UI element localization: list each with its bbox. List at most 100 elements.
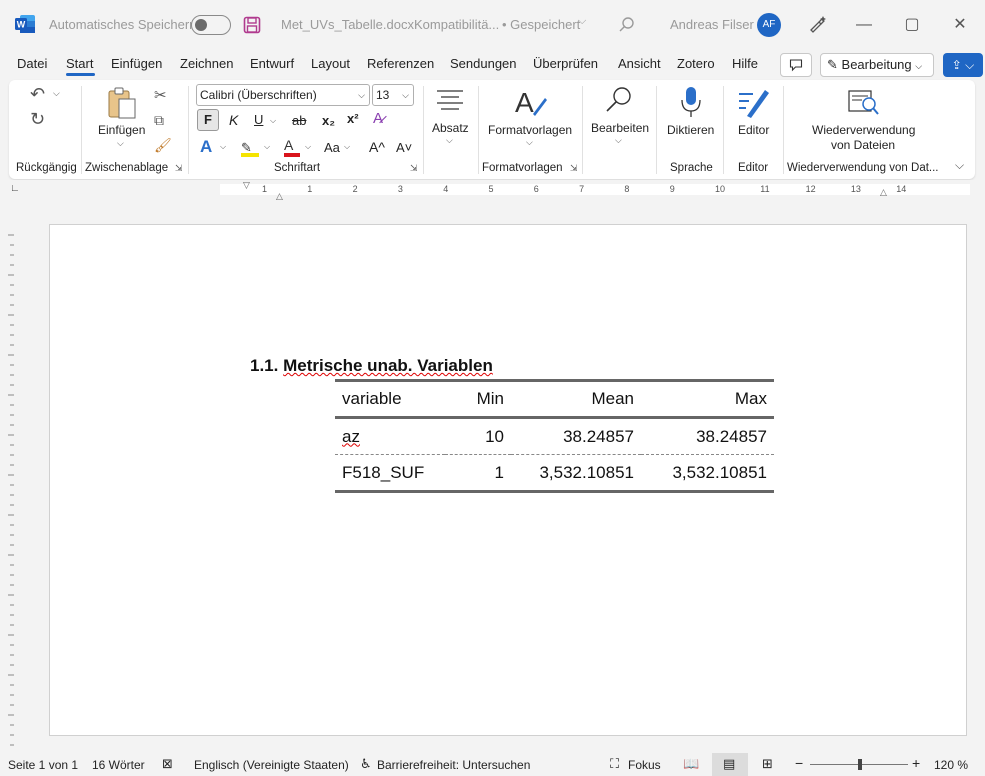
maximize-button[interactable]: ▢ — [898, 12, 926, 38]
chevron-down-icon[interactable]: ⌵ — [53, 88, 60, 99]
font-name-select[interactable]: Calibri (Überschriften) ⌵ — [196, 84, 370, 106]
focus-label[interactable]: Fokus — [628, 758, 661, 772]
editor-label[interactable]: Editor — [738, 123, 769, 137]
right-indent-marker[interactable]: △ — [880, 187, 887, 198]
chevron-down-icon[interactable]: ⌵ — [117, 138, 124, 149]
editor-icon[interactable] — [737, 86, 771, 118]
reuse-files-label-line1[interactable]: Wiederverwendung — [812, 123, 915, 137]
tab-sendungen[interactable]: Sendungen — [450, 56, 517, 71]
first-line-indent-marker[interactable]: ▽ — [243, 180, 250, 191]
hanging-indent-marker[interactable]: △ — [276, 191, 283, 202]
paragraph-icon[interactable] — [436, 88, 464, 112]
superscript-button[interactable]: x² — [347, 111, 359, 126]
data-table[interactable]: variable Min Mean Max az 10 38.24857 38.… — [335, 379, 774, 493]
page-count[interactable]: Seite 1 von 1 — [8, 758, 78, 772]
document-title[interactable]: Met_UVs_Tabelle.docx — [281, 17, 414, 32]
cut-icon[interactable]: ✂ — [154, 86, 167, 104]
bold-button[interactable]: F — [197, 109, 219, 131]
tab-selector-icon[interactable]: ∟ — [10, 183, 20, 194]
accessibility-status[interactable]: Barrierefreiheit: Untersuchen — [377, 758, 530, 772]
dialog-launcher-icon[interactable]: ⇲ — [570, 163, 578, 174]
undo-icon[interactable]: ↶ — [30, 84, 45, 105]
accessibility-icon[interactable]: ♿ — [360, 756, 372, 772]
word-count[interactable]: 16 Wörter — [92, 758, 145, 772]
shrink-font-button[interactable]: A˅ — [396, 140, 412, 155]
avatar[interactable]: AF — [757, 13, 781, 37]
editing-mode-button[interactable]: ✎ Bearbeitung ⌵ — [820, 53, 934, 77]
dialog-launcher-icon[interactable]: ⇲ — [175, 163, 183, 174]
change-case-button[interactable]: Aa — [324, 140, 340, 155]
chevron-down-icon[interactable]: ⌵ — [264, 142, 270, 152]
paste-icon[interactable] — [106, 86, 138, 120]
zoom-in-button[interactable]: + — [912, 755, 920, 771]
autosave-toggle[interactable] — [191, 15, 231, 35]
underline-button[interactable]: U — [254, 112, 263, 127]
tab-ansicht[interactable]: Ansicht — [618, 56, 661, 71]
heading[interactable]: 1.1. Metrische unab. Variablen — [250, 356, 493, 376]
save-icon[interactable] — [243, 16, 261, 34]
search-icon[interactable] — [618, 16, 636, 34]
tab-zotero[interactable]: Zotero — [677, 56, 715, 71]
copy-icon[interactable]: ⧉ — [154, 112, 164, 129]
divider — [783, 86, 784, 174]
focus-icon[interactable]: ⛶ — [610, 756, 619, 772]
language-status[interactable]: Englisch (Vereinigte Staaten) — [194, 758, 349, 772]
redo-icon[interactable]: ↻ — [30, 109, 45, 130]
designer-pen-icon[interactable] — [807, 14, 827, 34]
reuse-files-label-line2[interactable]: von Dateien — [831, 138, 895, 152]
reuse-files-icon[interactable] — [848, 88, 880, 116]
tab-datei[interactable]: Datei — [17, 56, 47, 71]
chevron-down-icon[interactable]: ⌵ — [220, 142, 226, 152]
minimize-button[interactable]: — — [850, 12, 878, 38]
tab-ueberpruefen[interactable]: Überprüfen — [533, 56, 598, 71]
chevron-down-icon[interactable]: ⌵ — [270, 116, 276, 126]
highlight-color-icon[interactable]: ✎ — [241, 140, 261, 157]
editing-label[interactable]: Bearbeiten — [591, 121, 649, 135]
tab-einfuegen[interactable]: Einfügen — [111, 56, 162, 71]
italic-button[interactable]: K — [229, 112, 238, 128]
dictate-label[interactable]: Diktieren — [667, 123, 714, 137]
tab-start[interactable]: Start — [66, 56, 93, 71]
chevron-down-icon[interactable]: ⌵ — [344, 142, 350, 152]
styles-icon[interactable]: A — [513, 86, 547, 118]
vertical-ruler[interactable] — [5, 230, 17, 750]
subscript-button[interactable]: x₂ — [322, 113, 335, 128]
chevron-down-icon[interactable]: ⌵ — [615, 135, 622, 146]
font-color-icon[interactable]: A — [284, 137, 302, 157]
grow-font-button[interactable]: A^ — [369, 139, 385, 155]
saved-status[interactable]: • Gespeichert — [502, 17, 580, 32]
chevron-down-icon[interactable]: ⌵ — [305, 142, 311, 152]
paragraph-label[interactable]: Absatz — [432, 121, 469, 135]
tab-hilfe[interactable]: Hilfe — [732, 56, 758, 71]
zoom-level[interactable]: 120 % — [934, 758, 968, 772]
user-name[interactable]: Andreas Filser — [670, 17, 754, 32]
clear-formatting-icon[interactable]: A̷ — [373, 110, 383, 127]
dialog-launcher-icon[interactable]: ⇲ — [410, 163, 418, 174]
read-mode-icon[interactable]: 📖 — [683, 756, 699, 772]
text-effects-icon[interactable]: A — [200, 137, 212, 157]
close-button[interactable]: ✕ — [946, 12, 974, 38]
microphone-icon[interactable] — [680, 86, 702, 118]
collapse-ribbon-icon[interactable]: ⌵ — [955, 158, 964, 173]
chevron-down-icon[interactable]: ⌵ — [578, 15, 586, 28]
chevron-down-icon[interactable]: ⌵ — [526, 137, 533, 148]
paste-label[interactable]: Einfügen — [98, 123, 145, 137]
table-cell: 38.24857 — [696, 426, 767, 446]
format-painter-icon[interactable]: 🖌 — [154, 137, 172, 154]
web-layout-icon[interactable]: ⊞ — [762, 756, 773, 772]
print-layout-button[interactable]: ▤ — [712, 753, 748, 776]
tab-entwurf[interactable]: Entwurf — [250, 56, 294, 71]
styles-label[interactable]: Formatvorlagen — [488, 123, 572, 137]
proofing-icon[interactable]: ⊠ — [162, 756, 173, 772]
tab-layout[interactable]: Layout — [311, 56, 350, 71]
share-button[interactable]: ⇪ ⌵ — [943, 53, 983, 77]
chevron-down-icon[interactable]: ⌵ — [446, 135, 453, 146]
strikethrough-button[interactable]: ab — [292, 113, 306, 128]
zoom-out-button[interactable]: − — [795, 755, 803, 771]
tab-referenzen[interactable]: Referenzen — [367, 56, 434, 71]
find-search-icon[interactable] — [604, 85, 634, 115]
comments-button[interactable] — [780, 53, 812, 77]
tab-zeichnen[interactable]: Zeichnen — [180, 56, 233, 71]
font-size-select[interactable]: 13 ⌵ — [372, 84, 414, 106]
zoom-slider-thumb[interactable] — [858, 759, 862, 770]
